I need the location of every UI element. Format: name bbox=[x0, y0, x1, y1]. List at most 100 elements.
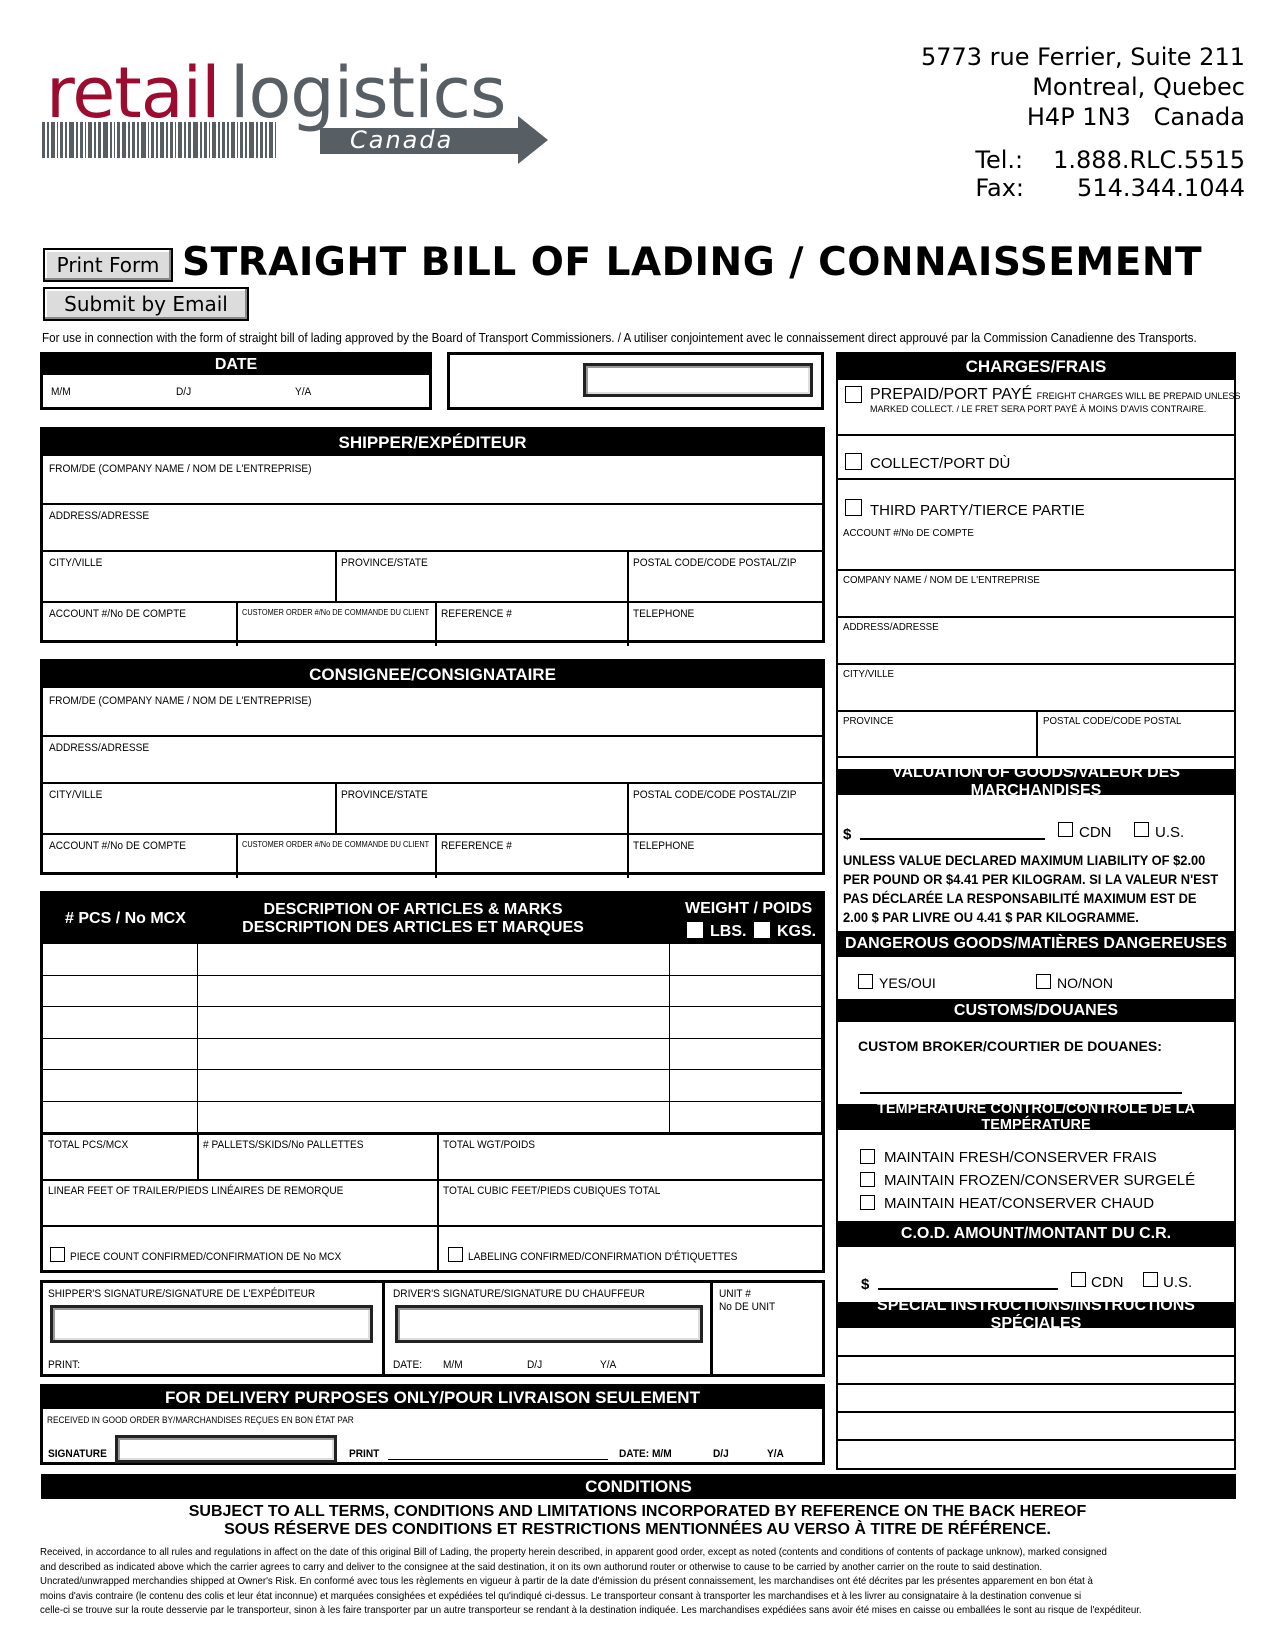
consignee-address-field[interactable]: ADDRESS/ADRESSE bbox=[49, 742, 149, 754]
driver-date-dj[interactable]: D/J bbox=[527, 1359, 542, 1371]
delivery-date-label[interactable]: DATE: M/M bbox=[619, 1448, 672, 1460]
address-line-3: H4P 1N3 Canada bbox=[1026, 103, 1245, 131]
divider bbox=[335, 550, 337, 601]
logo-subtitle: Canada bbox=[350, 126, 454, 154]
valuation-us-checkbox[interactable] bbox=[1134, 822, 1149, 837]
unit-label-1: UNIT # bbox=[719, 1288, 751, 1300]
divider bbox=[43, 833, 822, 835]
cod-us-checkbox[interactable] bbox=[1143, 1272, 1158, 1287]
third-party-postal-field[interactable]: POSTAL CODE/CODE POSTAL bbox=[1043, 715, 1181, 727]
consignee-customer-order-field[interactable]: CUSTOMER ORDER #/No DE COMMANDE DU CLIEN… bbox=[242, 840, 429, 849]
third-party-province-field[interactable]: PROVINCE bbox=[843, 715, 893, 727]
lbs-checkbox[interactable] bbox=[687, 922, 703, 938]
shipper-from-field[interactable]: FROM/DE (COMPANY NAME / NOM DE L'ENTREPR… bbox=[49, 463, 311, 475]
collect-checkbox[interactable] bbox=[845, 453, 862, 470]
shipper-account-field[interactable]: ACCOUNT #/No DE COMPTE bbox=[49, 608, 186, 620]
delivery-date-ya[interactable]: Y/A bbox=[767, 1448, 784, 1460]
total-weight-field[interactable]: TOTAL WGT/POIDS bbox=[443, 1139, 535, 1151]
shipper-city-field[interactable]: CITY/VILLE bbox=[49, 557, 102, 569]
special-instructions-line[interactable] bbox=[838, 1355, 1234, 1357]
shipper-customer-order-field[interactable]: CUSTOMER ORDER #/No DE COMMANDE DU CLIEN… bbox=[242, 608, 429, 617]
logo-arrow-head-icon bbox=[518, 116, 548, 164]
article-description-cell[interactable] bbox=[198, 1070, 670, 1102]
customs-broker-input[interactable] bbox=[860, 1092, 1182, 1094]
linear-feet-field[interactable]: LINEAR FEET OF TRAILER/PIEDS LINÉAIRES D… bbox=[48, 1185, 343, 1197]
article-description-cell[interactable] bbox=[198, 1101, 670, 1133]
consignee-section: CONSIGNEE/CONSIGNATAIRE FROM/DE (COMPANY… bbox=[40, 659, 825, 878]
article-weight-cell[interactable] bbox=[670, 975, 822, 1007]
third-party-company-field[interactable]: COMPANY NAME / NOM DE L'ENTREPRISE bbox=[843, 574, 1040, 586]
consignee-from-field[interactable]: FROM/DE (COMPANY NAME / NOM DE L'ENTREPR… bbox=[49, 695, 311, 707]
shipper-province-field[interactable]: PROVINCE/STATE bbox=[341, 557, 428, 569]
divider bbox=[43, 782, 822, 784]
piece-count-checkbox[interactable] bbox=[50, 1247, 65, 1262]
third-party-account-field[interactable]: ACCOUNT #/No DE COMPTE bbox=[843, 527, 974, 539]
shipper-signature-input[interactable] bbox=[50, 1305, 373, 1343]
company-contact: Tel.: 1.888.RLC.5515 Fax: 514.344.1044 bbox=[975, 146, 1245, 202]
special-instructions-line[interactable] bbox=[838, 1383, 1234, 1385]
article-pcs-cell[interactable] bbox=[43, 1007, 198, 1039]
maintain-fresh-checkbox[interactable] bbox=[860, 1149, 875, 1164]
article-weight-cell[interactable] bbox=[670, 1070, 822, 1102]
valuation-us-label: U.S. bbox=[1155, 824, 1185, 841]
bol-number-input[interactable] bbox=[583, 363, 813, 397]
total-pcs-field[interactable]: TOTAL PCS/MCX bbox=[48, 1139, 128, 1151]
article-weight-cell[interactable] bbox=[670, 1038, 822, 1070]
valuation-cdn-checkbox[interactable] bbox=[1058, 822, 1073, 837]
consignee-account-field[interactable]: ACCOUNT #/No DE COMPTE bbox=[49, 840, 186, 852]
consignee-province-field[interactable]: PROVINCE/STATE bbox=[341, 789, 428, 801]
submit-by-email-button[interactable]: Submit by Email bbox=[43, 287, 249, 321]
kgs-checkbox[interactable] bbox=[754, 922, 770, 938]
third-party-checkbox[interactable] bbox=[845, 499, 862, 516]
delivery-date-dj[interactable]: D/J bbox=[713, 1448, 729, 1460]
article-pcs-cell[interactable] bbox=[43, 1038, 198, 1070]
maintain-heat-checkbox[interactable] bbox=[860, 1195, 875, 1210]
article-description-cell[interactable] bbox=[198, 1038, 670, 1070]
dangerous-yes-checkbox[interactable] bbox=[858, 974, 873, 989]
shipper-postal-field[interactable]: POSTAL CODE/CODE POSTAL/ZIP bbox=[633, 557, 796, 569]
consignee-reference-field[interactable]: REFERENCE # bbox=[441, 840, 512, 852]
pallets-field[interactable]: # PALLETS/SKIDS/No PALLETTES bbox=[203, 1139, 363, 1151]
consignee-city-field[interactable]: CITY/VILLE bbox=[49, 789, 102, 801]
divider bbox=[437, 1133, 439, 1273]
article-pcs-cell[interactable] bbox=[43, 1070, 198, 1102]
consignee-header: CONSIGNEE/CONSIGNATAIRE bbox=[43, 662, 822, 688]
article-weight-cell[interactable] bbox=[670, 944, 822, 976]
third-party-address-field[interactable]: ADDRESS/ADRESSE bbox=[843, 621, 939, 633]
labeling-checkbox[interactable] bbox=[448, 1247, 463, 1262]
charges-header: CHARGES/FRAIS bbox=[838, 354, 1234, 380]
shipper-address-field[interactable]: ADDRESS/ADRESSE bbox=[49, 510, 149, 522]
shipper-telephone-field[interactable]: TELEPHONE bbox=[633, 608, 694, 620]
article-weight-cell[interactable] bbox=[670, 1007, 822, 1039]
article-description-cell[interactable] bbox=[198, 944, 670, 976]
valuation-amount-input[interactable] bbox=[860, 838, 1045, 840]
consignee-telephone-field[interactable]: TELEPHONE bbox=[633, 840, 694, 852]
article-pcs-cell[interactable] bbox=[43, 1101, 198, 1133]
article-description-cell[interactable] bbox=[198, 1007, 670, 1039]
driver-date-ya[interactable]: Y/A bbox=[600, 1359, 616, 1371]
customs-broker-label: CUSTOM BROKER/COURTIER DE DOUANES: bbox=[858, 1038, 1162, 1054]
cod-amount-input[interactable] bbox=[878, 1288, 1058, 1290]
cubic-feet-field[interactable]: TOTAL CUBIC FEET/PIEDS CUBIQUES TOTAL bbox=[443, 1185, 660, 1197]
article-pcs-cell[interactable] bbox=[43, 975, 198, 1007]
article-pcs-cell[interactable] bbox=[43, 944, 198, 976]
valuation-note-line: 2.00 $ PAR LIVRE OU 4.41 $ PAR KILOGRAMM… bbox=[843, 909, 1139, 925]
print-form-button[interactable]: Print Form bbox=[43, 248, 173, 282]
consignee-postal-field[interactable]: POSTAL CODE/CODE POSTAL/ZIP bbox=[633, 789, 796, 801]
special-instructions-line[interactable] bbox=[838, 1411, 1234, 1413]
driver-signature-input[interactable] bbox=[395, 1305, 703, 1343]
dangerous-no-checkbox[interactable] bbox=[1036, 974, 1051, 989]
prepaid-checkbox[interactable] bbox=[845, 386, 862, 403]
shipper-reference-field[interactable]: REFERENCE # bbox=[441, 608, 512, 620]
article-description-cell[interactable] bbox=[198, 975, 670, 1007]
special-instructions-line[interactable] bbox=[838, 1439, 1234, 1441]
shipper-print-field[interactable]: PRINT: bbox=[48, 1359, 80, 1371]
driver-date-mm[interactable]: M/M bbox=[443, 1359, 463, 1371]
article-weight-cell[interactable] bbox=[670, 1101, 822, 1133]
maintain-frozen-checkbox[interactable] bbox=[860, 1172, 875, 1187]
unit-number-field[interactable]: UNIT # No DE UNIT bbox=[719, 1288, 775, 1314]
delivery-print-line[interactable] bbox=[388, 1459, 608, 1460]
third-party-city-field[interactable]: CITY/VILLE bbox=[843, 668, 894, 680]
cod-cdn-checkbox[interactable] bbox=[1071, 1272, 1086, 1287]
delivery-signature-input[interactable] bbox=[115, 1435, 337, 1463]
